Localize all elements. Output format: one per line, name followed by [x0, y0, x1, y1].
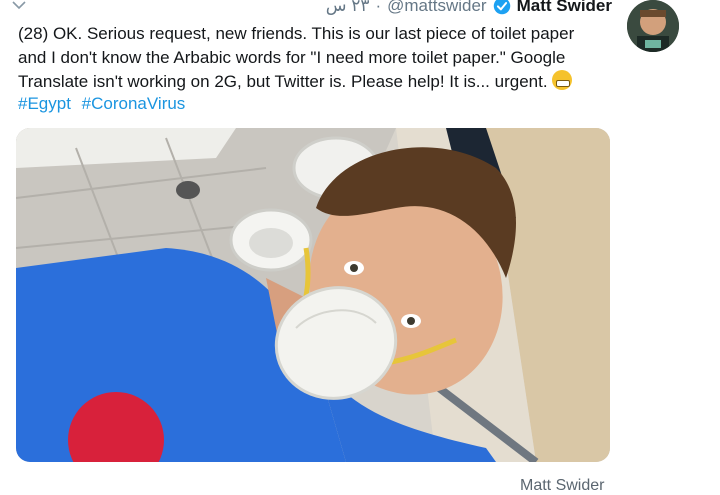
tweet-text-line: and I don't know the Arbabic words for "…	[18, 48, 566, 67]
tweet-text: (28) OK. Serious request, new friends. T…	[18, 22, 608, 94]
verified-badge-icon	[493, 0, 510, 15]
hashtag-link[interactable]: #CoronaVirus	[82, 94, 186, 113]
chevron-down-icon[interactable]	[12, 0, 26, 12]
photo-credit: Matt Swider	[520, 477, 605, 494]
tweet-header: ٢٣ س · @mattswider Matt Swider	[326, 0, 612, 17]
selfie-photo	[16, 128, 610, 462]
hashtag-link[interactable]: #Egypt	[18, 94, 71, 113]
grimacing-face-emoji	[552, 70, 573, 90]
tweet-text-line: (28) OK. Serious request, new friends. T…	[18, 24, 575, 43]
tweet-photo[interactable]	[16, 128, 610, 462]
hashtags: #Egypt #CoronaVirus	[18, 94, 191, 114]
tweet-text-line: Translate isn't working on 2G, but Twitt…	[18, 70, 608, 94]
avatar-image	[627, 0, 679, 52]
avatar[interactable]	[627, 0, 679, 52]
tweet-timestamp[interactable]: ٢٣ س	[326, 0, 370, 16]
user-handle[interactable]: @mattswider	[387, 0, 486, 16]
separator-dot: ·	[375, 0, 382, 15]
user-display-name[interactable]: Matt Swider	[517, 0, 612, 16]
